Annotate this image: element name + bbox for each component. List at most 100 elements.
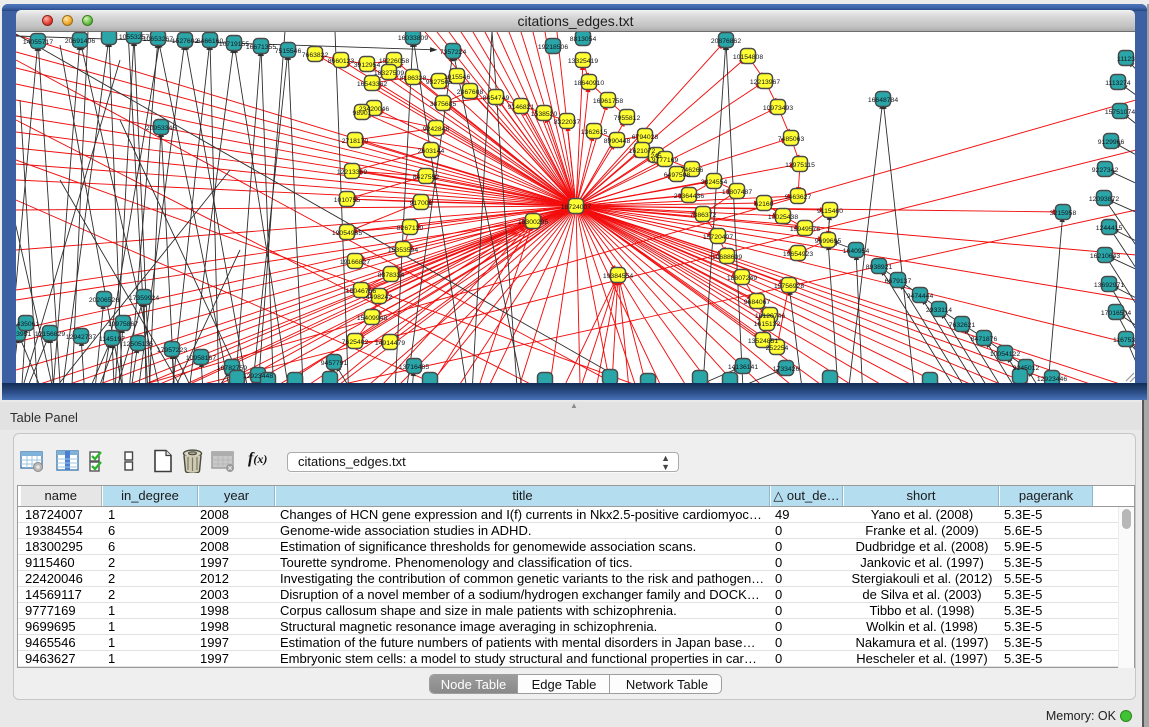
svg-text:19166827: 19166827 xyxy=(340,259,370,266)
svg-text:16120746: 16120746 xyxy=(755,313,785,320)
svg-text:19054985: 19054985 xyxy=(332,230,362,237)
svg-text:7357224: 7357224 xyxy=(440,49,467,56)
svg-text:9457791: 9457791 xyxy=(321,360,348,367)
svg-text:8660123: 8660123 xyxy=(328,58,355,65)
svg-text:10154808: 10154808 xyxy=(733,54,763,61)
svg-text:2718170: 2718170 xyxy=(342,138,369,145)
svg-text:15353594: 15353594 xyxy=(388,247,418,254)
svg-text:13524851: 13524851 xyxy=(748,338,778,345)
svg-text:18640910: 18640910 xyxy=(574,80,604,87)
svg-text:17359924: 17359924 xyxy=(129,295,159,302)
svg-text:3875685: 3875685 xyxy=(430,101,457,108)
svg-text:19384554: 19384554 xyxy=(603,273,633,280)
svg-text:9129966: 9129966 xyxy=(1098,139,1125,146)
svg-text:7632621: 7632621 xyxy=(949,322,976,329)
svg-text:6497508: 6497508 xyxy=(664,172,691,179)
svg-text:7386372: 7386372 xyxy=(690,212,717,219)
svg-text:14136141: 14136141 xyxy=(728,364,758,371)
svg-text:10688609: 10688609 xyxy=(712,254,742,261)
svg-text:1640954: 1640954 xyxy=(843,248,870,255)
svg-text:917006: 917006 xyxy=(410,200,433,207)
svg-text:10958167: 10958167 xyxy=(186,355,216,362)
svg-text:18724007: 18724007 xyxy=(561,204,591,211)
svg-text:1015546: 1015546 xyxy=(444,74,471,81)
svg-text:2367608: 2367608 xyxy=(457,89,484,96)
svg-text:9463627: 9463627 xyxy=(785,194,812,201)
svg-text:9245012: 9245012 xyxy=(1013,365,1040,372)
svg-text:8267130: 8267130 xyxy=(397,225,424,232)
svg-text:12093872: 12093872 xyxy=(1089,196,1119,203)
svg-text:1733426: 1733426 xyxy=(773,366,800,373)
svg-text:12213369: 12213369 xyxy=(337,169,367,176)
svg-text:4498242: 4498242 xyxy=(366,294,393,301)
svg-text:9699695: 9699695 xyxy=(815,238,842,245)
svg-text:8427552: 8427552 xyxy=(413,174,440,181)
svg-text:16961758: 16961758 xyxy=(593,98,623,105)
svg-text:7515546: 7515546 xyxy=(275,48,302,55)
svg-text:9146821: 9146821 xyxy=(508,104,535,111)
svg-text:12156829: 12156829 xyxy=(35,331,65,338)
svg-text:8990448: 8990448 xyxy=(604,138,631,145)
svg-text:20364436: 20364436 xyxy=(674,193,704,200)
svg-text:9115460: 9115460 xyxy=(817,208,843,215)
svg-text:13692971: 13692971 xyxy=(1094,282,1124,289)
svg-text:7663822: 7663822 xyxy=(302,52,329,59)
svg-text:19218506: 19218506 xyxy=(538,44,568,51)
svg-text:3913951: 3913951 xyxy=(16,331,31,338)
svg-text:1113274: 1113274 xyxy=(1105,80,1131,87)
svg-text:10719155: 10719155 xyxy=(219,41,249,48)
svg-text:12923448: 12923448 xyxy=(243,373,273,380)
svg-text:1527602: 1527602 xyxy=(172,38,199,45)
svg-text:1145197: 1145197 xyxy=(99,336,125,343)
svg-text:10653267: 10653267 xyxy=(143,36,173,43)
svg-text:8186328: 8186328 xyxy=(400,75,427,82)
svg-text:20206526: 20206526 xyxy=(89,297,119,304)
svg-text:12942737: 12942737 xyxy=(66,334,96,341)
svg-text:16210643: 16210643 xyxy=(1090,253,1120,260)
svg-text:16648784: 16648784 xyxy=(868,97,898,104)
svg-text:10973493: 10973493 xyxy=(763,105,793,112)
svg-text:1538520: 1538520 xyxy=(531,111,558,118)
svg-text:3824554: 3824554 xyxy=(701,179,728,186)
svg-text:8813054: 8813054 xyxy=(570,36,597,43)
svg-text:20953346: 20953346 xyxy=(146,125,176,132)
svg-text:12213967: 12213967 xyxy=(750,79,780,86)
svg-text:1362615: 1362615 xyxy=(581,129,608,136)
svg-text:10025438: 10025438 xyxy=(768,214,798,221)
svg-text:6794028: 6794028 xyxy=(632,134,659,141)
svg-text:9684067: 9684067 xyxy=(744,299,771,306)
svg-text:19654923: 19654923 xyxy=(783,251,813,258)
svg-text:19756928: 19756928 xyxy=(774,283,804,290)
svg-text:3215958: 3215958 xyxy=(1050,210,1077,217)
svg-text:7625402: 7625402 xyxy=(342,339,369,346)
svg-text:9777169: 9777169 xyxy=(652,157,679,164)
svg-text:16543362: 16543362 xyxy=(357,81,387,88)
svg-text:15751074: 15751074 xyxy=(1105,109,1135,116)
svg-text:14055717: 14055717 xyxy=(23,39,53,46)
svg-text:7955812: 7955812 xyxy=(614,115,641,122)
svg-text:16782759: 16782759 xyxy=(217,365,247,372)
svg-text:2603144: 2603144 xyxy=(418,148,445,155)
svg-text:10807487: 10807487 xyxy=(722,189,752,196)
svg-text:252254: 252254 xyxy=(766,345,789,352)
svg-text:12505135: 12505135 xyxy=(123,341,153,348)
svg-text:15226058: 15226058 xyxy=(379,58,409,65)
svg-text:8435061: 8435061 xyxy=(16,321,39,328)
svg-text:1244415: 1244415 xyxy=(1096,225,1123,232)
svg-text:16671355: 16671355 xyxy=(246,44,276,51)
svg-text:9474444: 9474444 xyxy=(907,293,934,300)
svg-text:9227342: 9227342 xyxy=(1092,167,1119,174)
svg-text:9242848: 9242848 xyxy=(423,126,450,133)
svg-text:17957223: 17957223 xyxy=(157,347,187,354)
svg-text:7485063: 7485063 xyxy=(778,136,805,143)
svg-text:14914479: 14914479 xyxy=(375,340,405,347)
svg-text:8454749: 8454749 xyxy=(483,95,510,102)
svg-text:16033809: 16033809 xyxy=(398,35,428,42)
svg-text:1010755: 1010755 xyxy=(334,197,361,204)
svg-text:2933114: 2933114 xyxy=(926,307,952,314)
svg-text:8471876: 8471876 xyxy=(971,336,998,343)
svg-text:12923446: 12923446 xyxy=(1037,376,1067,383)
svg-text:98901: 98901 xyxy=(353,110,372,117)
svg-text:15949576: 15949576 xyxy=(790,226,820,233)
svg-text:6679137: 6679137 xyxy=(885,278,912,285)
